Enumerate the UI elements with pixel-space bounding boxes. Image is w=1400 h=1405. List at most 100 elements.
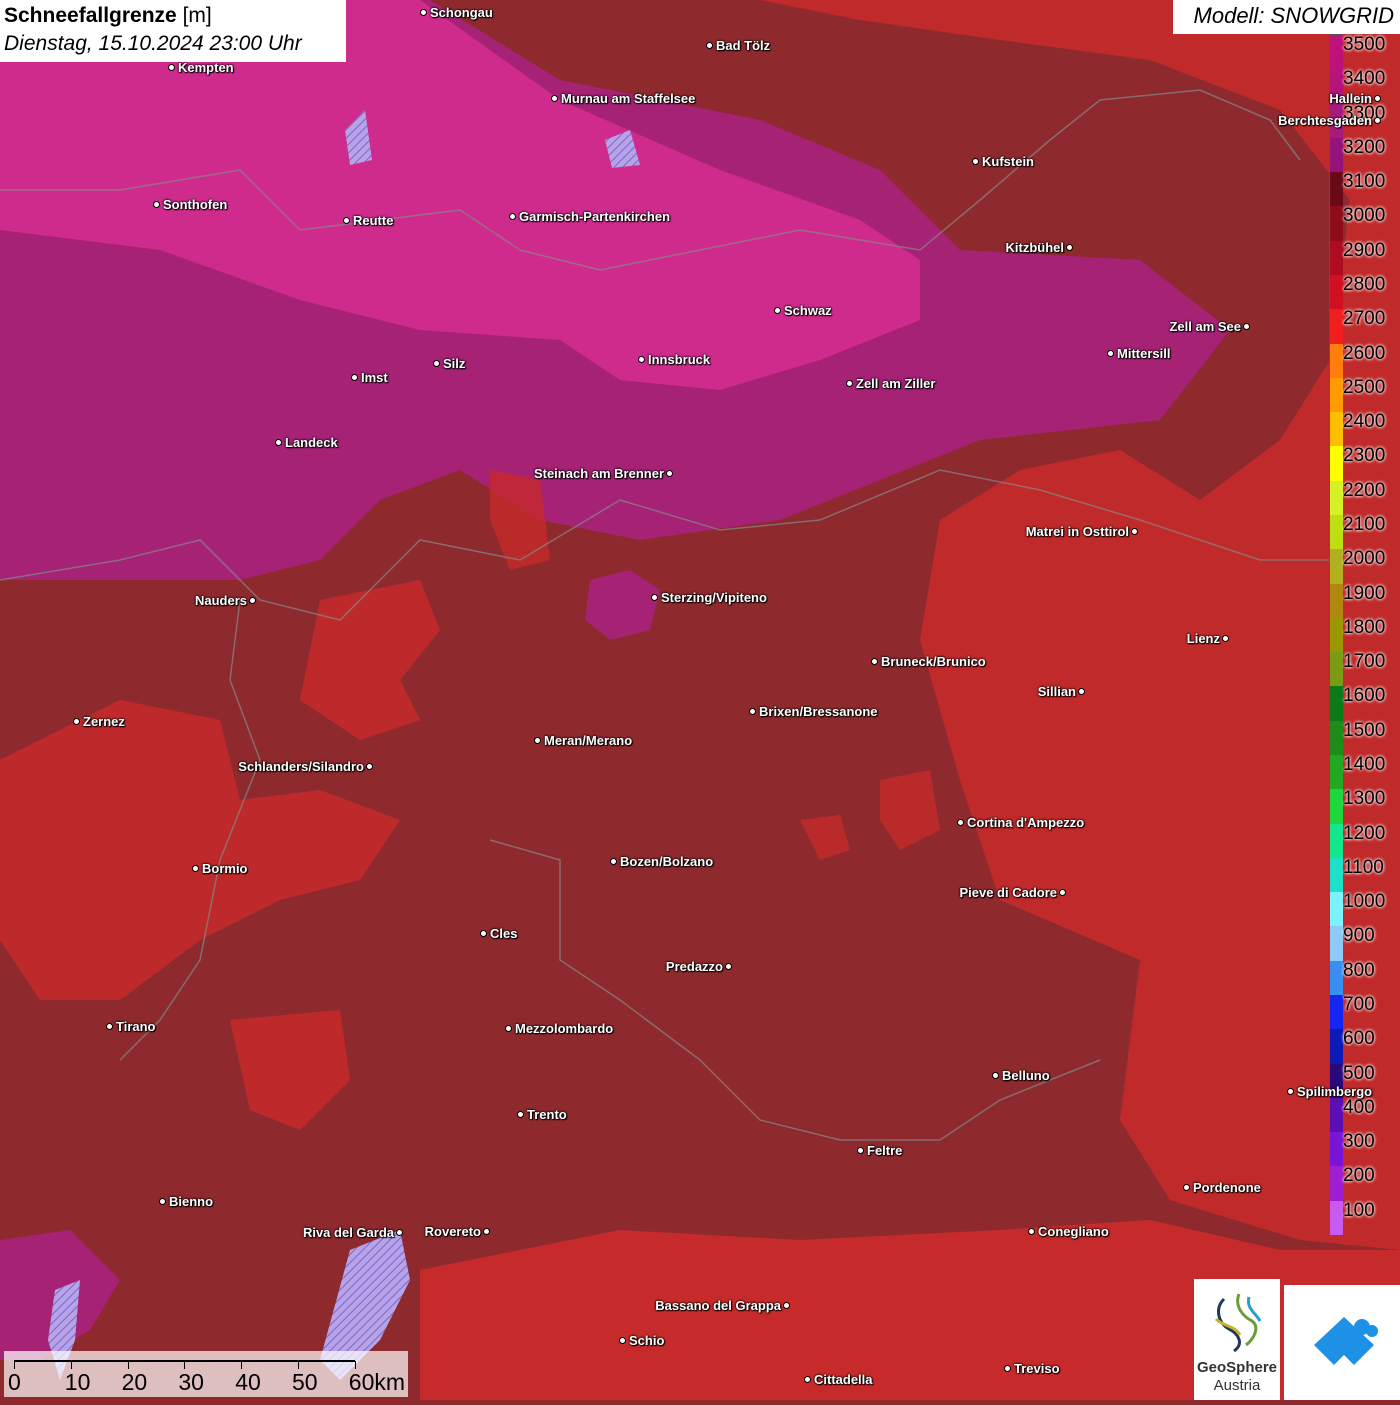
- place-label[interactable]: Lienz: [1187, 631, 1220, 646]
- place-marker: [783, 1302, 790, 1309]
- legend-swatch: [1330, 515, 1343, 550]
- place-label[interactable]: Cittadella: [814, 1372, 873, 1387]
- place-marker: [73, 718, 80, 725]
- place-label[interactable]: Hallein: [1329, 91, 1372, 106]
- place-marker: [433, 360, 440, 367]
- geosphere-logo[interactable]: GeoSphere Austria: [1194, 1279, 1280, 1400]
- place-label[interactable]: Matrei in Osttirol: [1026, 524, 1129, 539]
- place-label[interactable]: Cles: [490, 926, 517, 941]
- place-label[interactable]: Rovereto: [425, 1224, 481, 1239]
- legend-label: 2200: [1343, 479, 1386, 501]
- place-label[interactable]: Bruneck/Brunico: [881, 654, 986, 669]
- place-label[interactable]: Predazzo: [666, 959, 723, 974]
- place-marker: [804, 1376, 811, 1383]
- place-label[interactable]: Kempten: [178, 60, 234, 75]
- place-label[interactable]: Kufstein: [982, 154, 1034, 169]
- legend-swatch: [1330, 549, 1343, 585]
- place-label[interactable]: Sillian: [1038, 684, 1076, 699]
- place-marker: [1131, 528, 1138, 535]
- place-label[interactable]: Riva del Garda: [303, 1225, 394, 1240]
- scale-label: 0: [8, 1369, 21, 1395]
- place-label[interactable]: Garmisch-Partenkirchen: [519, 209, 670, 224]
- legend-swatch: [1330, 995, 1343, 1030]
- legend-swatch: [1330, 755, 1343, 790]
- map-title: Schneefallgrenze [m]: [4, 4, 212, 27]
- place-marker: [651, 594, 658, 601]
- place-label[interactable]: Zell am Ziller: [856, 376, 935, 391]
- legend-label: 300: [1343, 1131, 1375, 1153]
- legend-label: 2500: [1343, 376, 1386, 398]
- place-marker: [1028, 1228, 1035, 1235]
- legend-swatch: [1330, 686, 1343, 722]
- place-label[interactable]: Murnau am Staffelsee: [561, 91, 695, 106]
- legend-label: 1900: [1343, 582, 1386, 604]
- place-label[interactable]: Schlanders/Silandro: [238, 759, 364, 774]
- place-label[interactable]: Mezzolombardo: [515, 1021, 613, 1036]
- place-label[interactable]: Feltre: [867, 1143, 902, 1158]
- place-label[interactable]: Imst: [361, 370, 388, 385]
- place-label[interactable]: Belluno: [1002, 1068, 1050, 1083]
- place-label[interactable]: Landeck: [285, 435, 338, 450]
- place-label[interactable]: Bienno: [169, 1194, 213, 1209]
- place-label[interactable]: Zernez: [83, 714, 125, 729]
- place-label[interactable]: Silz: [443, 356, 465, 371]
- place-marker: [192, 865, 199, 872]
- place-marker: [725, 963, 732, 970]
- place-marker: [1222, 635, 1229, 642]
- legend-label: 3200: [1343, 136, 1386, 158]
- place-label[interactable]: Kitzbühel: [1006, 240, 1065, 255]
- place-label[interactable]: Bad Tölz: [716, 38, 770, 53]
- place-label[interactable]: Pieve di Cadore: [959, 885, 1057, 900]
- place-label[interactable]: Schwaz: [784, 303, 832, 318]
- place-marker: [534, 737, 541, 744]
- legend-label: 1700: [1343, 651, 1386, 673]
- place-label[interactable]: Bassano del Grappa: [655, 1298, 781, 1313]
- place-label[interactable]: Cortina d'Ampezzo: [967, 815, 1084, 830]
- place-label[interactable]: Treviso: [1014, 1361, 1060, 1376]
- legend-label: 400: [1343, 1096, 1375, 1118]
- place-marker: [706, 42, 713, 49]
- place-label[interactable]: Bozen/Bolzano: [620, 854, 713, 869]
- scale-label: 60km: [348, 1369, 406, 1395]
- place-marker: [1287, 1088, 1294, 1095]
- place-marker: [1066, 244, 1073, 251]
- title-box: Schneefallgrenze [m] Dienstag, 15.10.202…: [0, 0, 346, 62]
- place-label[interactable]: Bormio: [202, 861, 248, 876]
- place-label[interactable]: Conegliano: [1038, 1224, 1109, 1239]
- legend-swatch: [1330, 857, 1343, 893]
- mountain-cloud-icon: [1314, 1317, 1378, 1365]
- place-marker: [480, 930, 487, 937]
- legend-label: 1200: [1343, 822, 1386, 844]
- place-label[interactable]: Trento: [527, 1107, 567, 1122]
- place-label[interactable]: Zell am See: [1169, 319, 1241, 334]
- place-label[interactable]: Meran/Merano: [544, 733, 632, 748]
- place-label[interactable]: Brixen/Bressanone: [759, 704, 878, 719]
- legend-swatch: [1330, 1166, 1343, 1202]
- scale-label: 10: [64, 1369, 91, 1395]
- place-label[interactable]: Tirano: [116, 1019, 156, 1034]
- legend-label: 1400: [1343, 754, 1386, 775]
- place-label[interactable]: Nauders: [195, 593, 247, 608]
- place-label[interactable]: Spilimbergo: [1297, 1084, 1372, 1099]
- place-marker: [1374, 95, 1381, 102]
- legend-label: 700: [1343, 994, 1375, 1015]
- place-label[interactable]: Innsbruck: [648, 352, 710, 367]
- legend-label: 1100: [1343, 856, 1384, 878]
- legend-swatch: [1330, 652, 1343, 687]
- place-label[interactable]: Schongau: [430, 5, 493, 20]
- place-label[interactable]: Mittersill: [1117, 346, 1170, 361]
- place-marker: [1107, 350, 1114, 357]
- place-label[interactable]: Schio: [629, 1333, 664, 1348]
- place-label[interactable]: Pordenone: [1193, 1180, 1261, 1195]
- place-marker: [106, 1023, 113, 1030]
- place-label[interactable]: Sonthofen: [163, 197, 227, 212]
- place-label[interactable]: Reutte: [353, 213, 393, 228]
- place-marker: [992, 1072, 999, 1079]
- place-label[interactable]: Berchtesgaden: [1278, 113, 1372, 128]
- place-label[interactable]: Steinach am Brenner: [534, 466, 664, 481]
- place-label[interactable]: Sterzing/Vipiteno: [661, 590, 767, 605]
- place-marker: [505, 1025, 512, 1032]
- partner-logo[interactable]: [1284, 1285, 1400, 1400]
- legend-label: 100: [1343, 1199, 1375, 1221]
- legend-swatch: [1330, 377, 1343, 413]
